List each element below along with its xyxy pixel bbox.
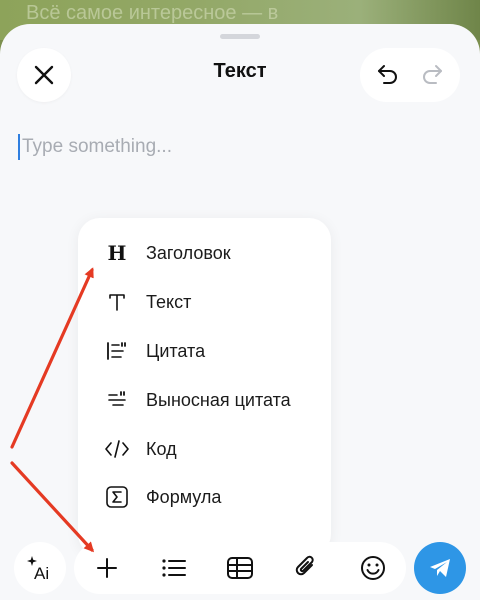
pull-quote-icon: [102, 385, 132, 415]
table-button[interactable]: [220, 548, 260, 588]
block-type-menu: H Заголовок Текст Цитата Выносная цитата…: [78, 218, 331, 556]
menu-item-label: Формула: [146, 486, 222, 507]
menu-item-label: Текст: [146, 291, 192, 312]
plus-icon: [97, 558, 118, 578]
code-icon: [102, 434, 132, 464]
text-editor[interactable]: Type something...: [18, 132, 458, 162]
editor-placeholder: Type something...: [22, 136, 172, 157]
menu-item-code[interactable]: Код: [78, 426, 331, 472]
ai-assist-button[interactable]: Ai: [14, 542, 66, 594]
list-icon: [161, 559, 186, 577]
attach-icon: [296, 555, 314, 576]
quote-icon: [102, 336, 132, 366]
emoji-button[interactable]: [353, 548, 393, 588]
heading-icon: H: [102, 238, 132, 268]
attach-button[interactable]: [286, 548, 326, 588]
emoji-icon: [360, 556, 385, 580]
send-button[interactable]: [414, 542, 466, 594]
redo-button[interactable]: [412, 55, 452, 95]
ai-icon: Ai: [27, 556, 49, 583]
table-icon: [226, 557, 253, 579]
menu-item-quote[interactable]: Цитата: [78, 328, 331, 374]
formula-icon: [102, 482, 132, 512]
redo-icon: [423, 65, 442, 84]
undo-icon: [378, 65, 397, 84]
background-headline: Всё самое интересное — в: [26, 2, 279, 24]
text-caret: [18, 134, 20, 160]
menu-item-pull-quote[interactable]: Выносная цитата: [78, 377, 331, 423]
menu-item-label: Выносная цитата: [146, 389, 291, 410]
menu-item-formula[interactable]: Формула: [78, 474, 331, 520]
add-block-button[interactable]: [87, 548, 127, 588]
menu-item-label: Цитата: [146, 340, 206, 361]
toolbar-tools: [74, 542, 406, 594]
history-controls: [360, 48, 460, 102]
svg-text:H: H: [108, 242, 127, 264]
menu-item-label: Заголовок: [146, 242, 231, 263]
send-icon: [430, 559, 450, 577]
menu-item-text[interactable]: Текст: [78, 279, 331, 325]
list-button[interactable]: [154, 548, 194, 588]
editor-toolbar: Ai: [0, 540, 480, 600]
menu-item-label: Код: [146, 438, 177, 459]
editor-sheet: Текст Type something... H Заголовок Текс…: [0, 24, 480, 600]
sheet-grabber[interactable]: [220, 34, 260, 39]
ai-label: Ai: [34, 564, 49, 583]
undo-button[interactable]: [368, 55, 408, 95]
menu-item-heading[interactable]: H Заголовок: [78, 230, 331, 276]
text-icon: [102, 287, 132, 317]
